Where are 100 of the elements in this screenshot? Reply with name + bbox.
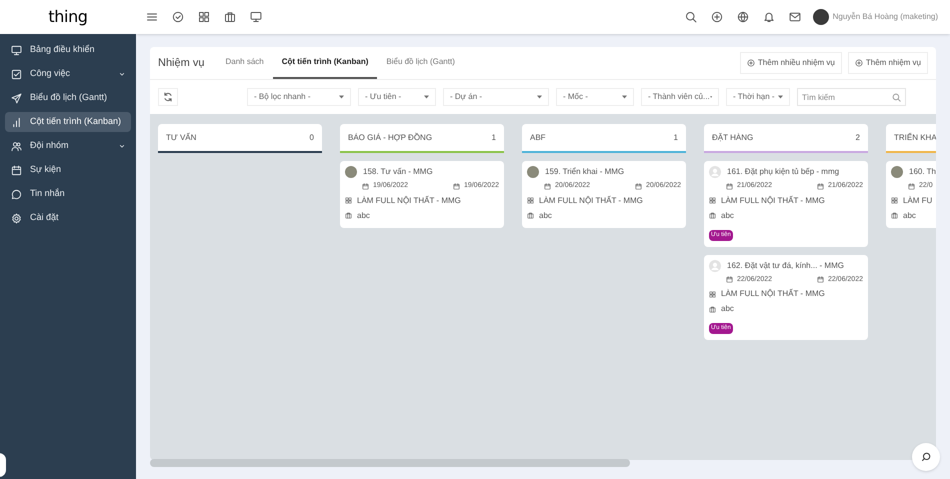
grid-icon — [527, 197, 534, 204]
plus-circle-icon — [746, 59, 755, 67]
grid-icon — [709, 290, 716, 298]
caret-icon — [778, 95, 783, 99]
grid-icon — [891, 197, 898, 204]
monitor-icon — [11, 44, 22, 56]
filter-dropdown[interactable]: - Mốc - — [556, 88, 634, 106]
project-name: LÀM FU — [903, 194, 932, 206]
search-field[interactable]: Tìm kiếm — [797, 88, 906, 106]
briefcase-icon — [527, 212, 534, 219]
page-title: Nhiệm vụ — [158, 56, 204, 71]
checkbox-icon — [11, 68, 22, 80]
tab[interactable]: Danh sách — [216, 47, 273, 79]
refresh-icon — [163, 92, 173, 102]
logo[interactable]: thing — [48, 5, 88, 29]
sidebar-item[interactable]: Đội nhóm — [5, 136, 131, 156]
calendar-icon — [11, 164, 22, 176]
monitor-icon[interactable] — [250, 11, 262, 23]
task-title[interactable]: 162. Đặt vật tư đá, kính... - MMG — [727, 260, 844, 272]
calendar-icon — [816, 276, 824, 284]
caret-icon — [424, 95, 429, 99]
task-title[interactable]: 161. Đặt phụ kiện tủ bếp - mmg — [727, 166, 840, 178]
task-tag: abc — [903, 210, 916, 222]
briefcase-icon — [709, 306, 716, 312]
check-circle-icon[interactable] — [172, 11, 184, 23]
sidebar-item[interactable]: Biểu đồ lịch (Gantt) — [5, 88, 131, 108]
task-title[interactable]: 160. Th — [909, 166, 936, 178]
task-tag: abc — [357, 210, 370, 222]
filter-dropdown[interactable]: - Thời hạn - — [726, 88, 790, 106]
search-icon[interactable] — [684, 11, 697, 23]
task-title[interactable]: 159. Triển khai - MMG — [545, 166, 624, 178]
grid-icon — [345, 197, 352, 204]
chat-button[interactable] — [912, 443, 940, 471]
avatar-icon[interactable] — [812, 9, 829, 25]
calendar-icon — [362, 182, 369, 190]
filter-dropdown[interactable]: - Dự án - — [443, 88, 549, 106]
column-title: TƯ VẤN — [166, 132, 196, 144]
plus-circle-icon — [854, 59, 863, 67]
task-count: 1 — [492, 132, 496, 144]
briefcase-icon — [709, 212, 716, 219]
calendar-icon — [816, 182, 824, 190]
caret-icon — [339, 95, 344, 99]
task-tag: abc — [539, 210, 552, 222]
project-name: LÀM FULL NỘI THẤT - MMG — [357, 194, 461, 206]
calendar-icon — [452, 182, 460, 190]
globe-icon[interactable] — [736, 11, 749, 23]
settings-icon — [11, 212, 22, 224]
add-task-button[interactable]: Thêm nhiều nhiệm vụ — [740, 52, 842, 74]
column-title: ĐẶT HÀNG — [712, 132, 754, 144]
briefcase-icon — [891, 212, 898, 219]
grid-icon[interactable] — [198, 11, 210, 23]
caret-icon — [622, 95, 627, 99]
horizontal-scrollbar[interactable] — [150, 459, 630, 467]
calendar-icon — [908, 182, 915, 190]
filter-dropdown[interactable]: - Ưu tiên - — [358, 88, 436, 106]
avatar-photo — [345, 166, 357, 178]
user-silhouette-icon — [709, 260, 721, 272]
avatar-photo — [891, 166, 903, 178]
calendar-icon — [544, 182, 551, 190]
filter-dropdown[interactable]: - Thành viên củ... — [641, 88, 719, 106]
task-count: 1 — [674, 132, 678, 144]
project-name: LÀM FULL NỘI THẤT - MMG — [721, 194, 825, 206]
paper-plane-icon — [11, 92, 22, 104]
task-title[interactable]: 158. Tư vấn - MMG — [363, 166, 433, 178]
add-task-button[interactable]: Thêm nhiệm vụ — [848, 52, 928, 74]
tab[interactable]: Biểu đồ lịch (Gantt) — [377, 47, 464, 79]
grid-icon — [709, 197, 716, 204]
bar-chart-icon — [11, 116, 22, 128]
sidebar-item[interactable]: Cột tiến trình (Kanban) — [5, 112, 131, 132]
calendar-icon — [726, 182, 733, 190]
menu-icon[interactable] — [146, 11, 158, 23]
column-title: BÁO GIÁ - HỢP ĐỒNG — [348, 132, 432, 144]
user-silhouette-icon — [709, 166, 721, 178]
project-name: LÀM FULL NỘI THẤT - MMG — [539, 194, 643, 206]
column-title: ABF — [530, 132, 546, 144]
caret-icon — [537, 95, 542, 99]
task-count: 2 — [856, 132, 860, 144]
mail-icon[interactable] — [788, 11, 801, 23]
task-tag: abc — [721, 303, 734, 315]
tab[interactable]: Cột tiến trình (Kanban) — [272, 47, 378, 79]
user-name[interactable]: Nguyễn Bá Hoàng (maketing) — [832, 11, 938, 23]
briefcase-icon — [345, 212, 352, 219]
project-name: LÀM FULL NỘI THẤT - MMG — [721, 288, 825, 300]
bell-icon[interactable] — [762, 11, 775, 23]
filter-dropdown[interactable]: - Bộ lọc nhanh - — [247, 88, 351, 106]
calendar-icon — [634, 182, 642, 190]
refresh-button[interactable] — [158, 88, 178, 106]
users-icon — [11, 140, 22, 152]
search-icon — [892, 92, 901, 102]
sidebar-item[interactable]: Tin nhắn — [5, 184, 131, 204]
sidebar-item[interactable]: Bảng điều khiển — [5, 40, 131, 60]
sidebar-item[interactable]: Sự kiện — [5, 160, 131, 180]
calendar-icon — [726, 276, 733, 284]
task-tag: abc — [721, 210, 734, 222]
plus-circle-icon[interactable] — [710, 11, 723, 23]
sidebar-item[interactable]: Cài đặt — [5, 208, 131, 228]
avatar-photo — [527, 166, 539, 178]
sidebar-item[interactable]: Công việc — [5, 64, 131, 84]
briefcase-icon[interactable] — [224, 11, 236, 23]
task-count: 0 — [310, 132, 314, 144]
